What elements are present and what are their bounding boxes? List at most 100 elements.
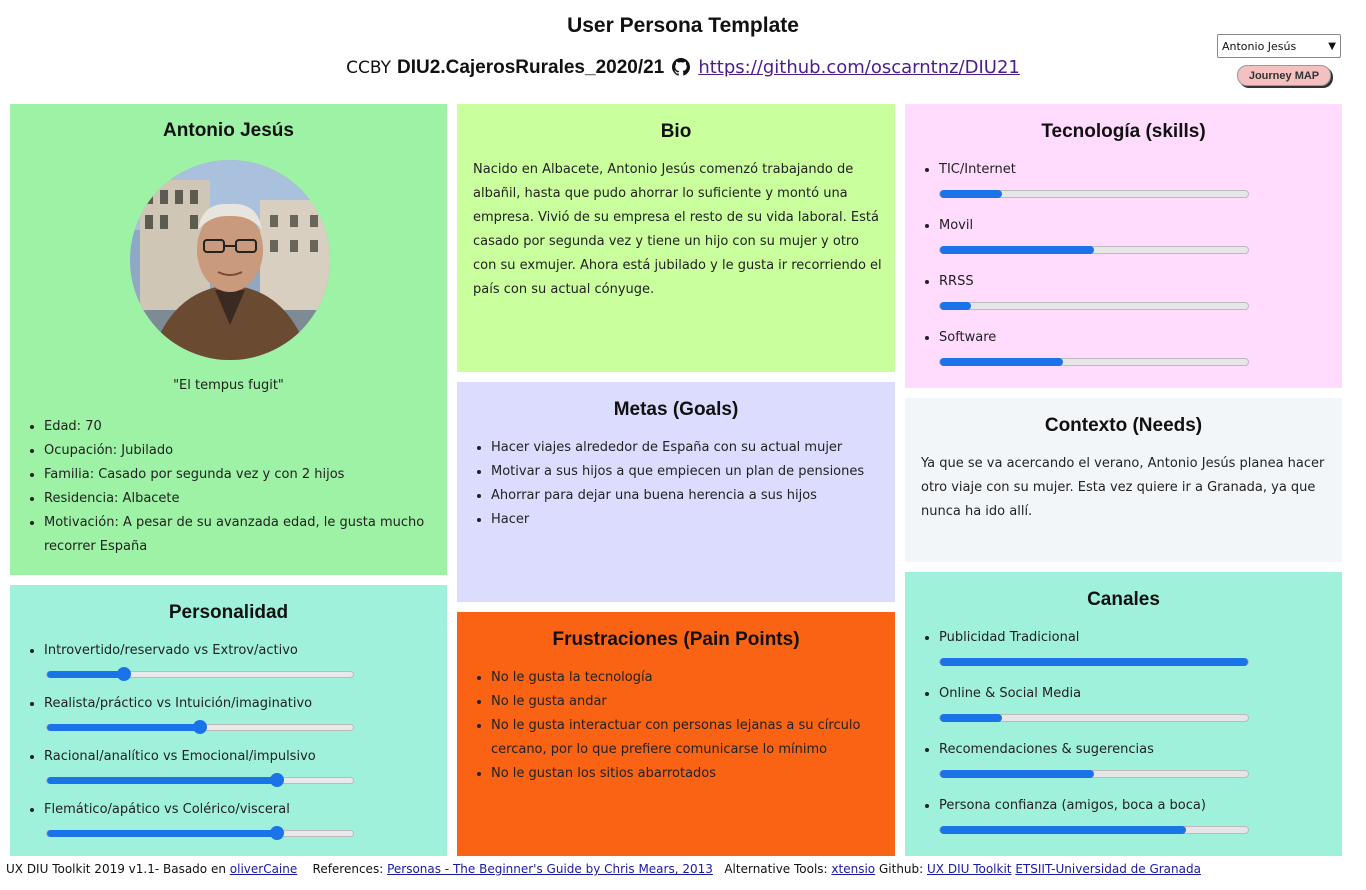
repo-link[interactable]: https://github.com/oscarntnz/DIU21 <box>698 57 1020 78</box>
progress-fill <box>940 246 1094 254</box>
chevron-down-icon: ▼ <box>1328 40 1336 52</box>
progress-bar <box>939 246 1249 254</box>
context-title: Contexto (Needs) <box>1044 415 1203 436</box>
channels-card: Canales Publicidad Tradicional Online & S… <box>905 572 1342 856</box>
footer: UX DIU Toolkit 2019 v1.1- Basado en oliv… <box>6 862 1366 876</box>
progress-fill <box>940 358 1064 366</box>
list-item: No le gusta andar <box>491 690 887 714</box>
footer-link-toolkit[interactable]: UX DIU Toolkit <box>927 862 1012 876</box>
skills-item: Movil <box>939 214 1249 254</box>
channels-list: Publicidad Tradicional Online & Social Me… <box>905 626 1249 850</box>
channels-item: Recomendaciones & sugerencias <box>939 738 1249 778</box>
progress-bar <box>939 302 1249 310</box>
progress-bar <box>939 826 1249 834</box>
channels-item: Persona confianza (amigos, boca a boca) <box>939 794 1249 834</box>
skills-label: Movil <box>939 218 974 233</box>
personality-label: Flemático/apático vs Colérico/visceral <box>44 802 290 817</box>
list-item: No le gusta interactuar con personas lej… <box>491 714 887 762</box>
list-item: Residencia: Albacete <box>44 487 440 511</box>
list-item: No le gustan los sitios abarrotados <box>491 762 887 786</box>
slider-thumb[interactable] <box>269 773 284 787</box>
frustrations-title: Frustraciones (Pain Points) <box>552 629 800 650</box>
personality-label: Racional/analítico vs Emocional/impulsiv… <box>44 749 316 764</box>
progress-bar <box>939 658 1249 666</box>
slider-thumb[interactable] <box>269 826 284 840</box>
goals-card: Metas (Goals) Hacer viajes alrededor de … <box>457 382 895 602</box>
slider-fill <box>47 777 277 784</box>
list-item: Edad: 70 <box>44 415 440 439</box>
personality-label: Introvertido/reservado vs Extrov/activo <box>44 643 298 658</box>
skills-item: TIC/Internet <box>939 158 1249 198</box>
footer-text: Github: <box>878 862 928 876</box>
avatar <box>130 160 330 360</box>
footer-text: Alternative Tools: <box>724 862 832 876</box>
channels-label: Online & Social Media <box>939 686 1082 701</box>
skills-item: Software <box>939 326 1249 366</box>
persona-name: Antonio Jesús <box>163 120 294 141</box>
list-item: Motivar a sus hijos a que empiecen un pl… <box>491 460 887 484</box>
slider-fill <box>47 671 124 678</box>
github-icon <box>672 58 691 81</box>
list-item: Motivación: A pesar de su avanzada edad,… <box>44 511 440 559</box>
project-subtitle: CCBY DIU2.CajerosRurales_2020/21 https:/… <box>0 56 1366 81</box>
license-label: CCBY <box>346 58 391 78</box>
persona-select-value: Antonio Jesús <box>1222 39 1297 53</box>
personality-item: Racional/analítico vs Emocional/impulsiv… <box>44 745 430 787</box>
skills-label: RRSS <box>939 274 974 289</box>
channels-item: Online & Social Media <box>939 682 1249 722</box>
footer-text: References: <box>312 862 388 876</box>
skills-card: Tecnología (skills) TIC/Internet Movil RRS… <box>905 104 1342 388</box>
persona-select[interactable]: Antonio Jesús ▼ <box>1217 34 1341 58</box>
personality-item: Flemático/apático vs Colérico/visceral <box>44 798 430 840</box>
progress-bar <box>939 770 1249 778</box>
progress-fill <box>940 770 1094 778</box>
list-item: Ocupación: Jubilado <box>44 439 440 463</box>
list-item: Familia: Casado por segunda vez y con 2 … <box>44 463 440 487</box>
goals-list: Hacer viajes alrededor de España con su … <box>457 436 887 532</box>
progress-bar <box>939 714 1249 722</box>
list-item: Hacer <box>491 508 887 532</box>
footer-link-xtensio[interactable]: xtensio <box>831 862 875 876</box>
context-card: Contexto (Needs) Ya que se va acercando … <box>905 398 1342 562</box>
personality-slider[interactable] <box>46 667 354 681</box>
list-item: Hacer viajes alrededor de España con su … <box>491 436 887 460</box>
slider-thumb[interactable] <box>116 667 131 681</box>
bio-card: Bio Nacido en Albacete, Antonio Jesús co… <box>457 104 895 372</box>
personality-list: Introvertido/reservado vs Extrov/activo R… <box>10 639 430 851</box>
context-text: Ya que se va acercando el verano, Antoni… <box>921 456 1325 519</box>
bio-text: Nacido en Albacete, Antonio Jesús comenz… <box>473 162 882 297</box>
skills-item: RRSS <box>939 270 1249 310</box>
persona-quote: "El tempus fugit" <box>173 378 284 393</box>
personality-slider[interactable] <box>46 720 354 734</box>
personality-card: Personalidad Introvertido/reservado vs E… <box>10 585 447 856</box>
project-name: DIU2.CajerosRurales_2020/21 <box>397 57 665 78</box>
journey-map-button[interactable]: Journey MAP <box>1237 65 1331 86</box>
personality-label: Realista/práctico vs Intuición/imaginati… <box>44 696 313 711</box>
channels-label: Publicidad Tradicional <box>939 630 1080 645</box>
personality-item: Realista/práctico vs Intuición/imaginati… <box>44 692 430 734</box>
bio-title: Bio <box>660 121 692 142</box>
list-item: Ahorrar para dejar una buena herencia a … <box>491 484 887 508</box>
footer-link-etsiit[interactable]: ETSIIT-Universidad de Granada <box>1015 862 1201 876</box>
list-item: No le gusta la tecnología <box>491 666 887 690</box>
progress-fill <box>940 302 971 310</box>
progress-fill <box>940 658 1248 666</box>
skills-title: Tecnología (skills) <box>1041 121 1206 142</box>
footer-link-personas[interactable]: Personas - The Beginner's Guide by Chris… <box>387 862 713 876</box>
progress-bar <box>939 190 1249 198</box>
channels-label: Persona confianza (amigos, boca a boca) <box>939 798 1206 813</box>
progress-bar <box>939 358 1249 366</box>
personality-slider[interactable] <box>46 826 354 840</box>
frustrations-list: No le gusta la tecnología No le gusta an… <box>457 666 887 786</box>
channels-label: Recomendaciones & sugerencias <box>939 742 1154 757</box>
frustrations-card: Frustraciones (Pain Points) No le gusta … <box>457 612 895 856</box>
personality-slider[interactable] <box>46 773 354 787</box>
slider-fill <box>47 830 277 837</box>
slider-thumb[interactable] <box>193 720 207 734</box>
personality-title: Personalidad <box>168 602 289 623</box>
page-title: User Persona Template <box>567 14 799 37</box>
footer-link-olivercaine[interactable]: oliverCaine <box>230 862 297 876</box>
footer-text: UX DIU Toolkit 2019 v1.1- Basado en <box>6 862 230 876</box>
progress-fill <box>940 190 1002 198</box>
channels-title: Canales <box>1087 589 1160 610</box>
